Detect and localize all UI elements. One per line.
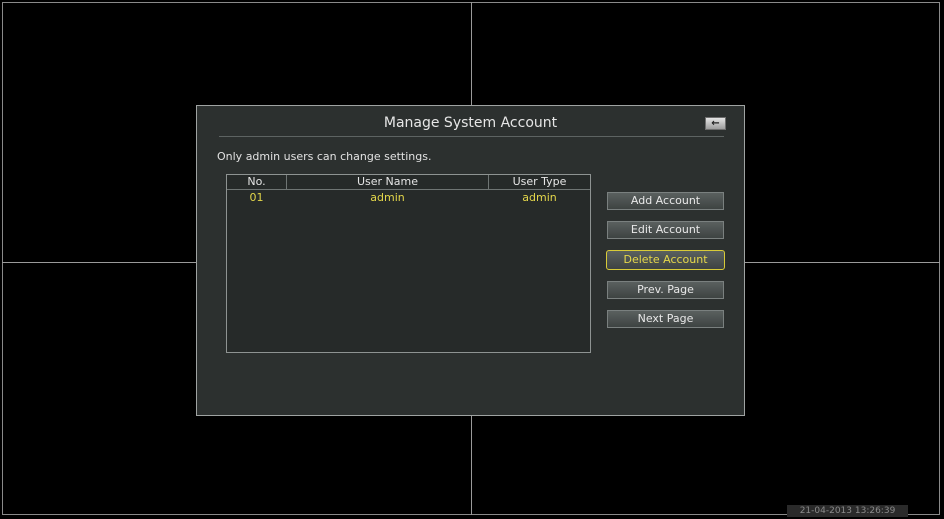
datetime-display: 21-04-2013 13:26:39 — [787, 505, 908, 517]
table-header: No. User Name User Type — [227, 175, 590, 190]
delete-account-button[interactable]: Delete Account — [606, 250, 725, 270]
manage-account-dialog: Manage System Account ← Only admin users… — [196, 105, 745, 416]
permission-notice: Only admin users can change settings. — [217, 150, 432, 163]
dialog-title: Manage System Account — [383, 115, 558, 131]
column-header-user-name[interactable]: User Name — [287, 175, 489, 189]
back-arrow-icon[interactable]: ← — [705, 117, 726, 130]
cell-user-name: admin — [370, 191, 405, 204]
column-header-no[interactable]: No. — [227, 175, 287, 189]
account-table: No. User Name User Type 01 admin admin — [226, 174, 591, 353]
cell-user-type: admin — [522, 191, 557, 204]
column-header-user-type[interactable]: User Type — [489, 175, 590, 189]
next-page-button[interactable]: Next Page — [607, 310, 724, 328]
title-divider — [219, 136, 724, 137]
add-account-button[interactable]: Add Account — [607, 192, 724, 210]
cell-no: 01 — [249, 191, 264, 204]
edit-account-button[interactable]: Edit Account — [607, 221, 724, 239]
prev-page-button[interactable]: Prev. Page — [607, 281, 724, 299]
